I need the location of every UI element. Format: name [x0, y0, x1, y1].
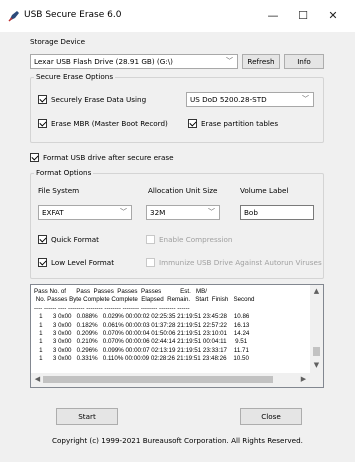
checkbox-checked-icon: [38, 119, 47, 128]
checkbox-checked-icon: [30, 153, 39, 162]
file-system-select[interactable]: EXFAT ﹀: [38, 205, 132, 220]
checkbox-unchecked-icon: [146, 258, 155, 267]
checkbox-unchecked-icon: [146, 235, 155, 244]
checkbox-checked-icon: [188, 119, 197, 128]
securely-erase-label: Securely Erase Data Using: [51, 95, 147, 104]
vertical-scroll-thumb[interactable]: [313, 347, 320, 356]
erase-method-value: US DoD 5200.28-STD: [190, 95, 267, 104]
copyright-text: Copyright (c) 1999-2021 Bureausoft Corpo…: [52, 436, 303, 445]
allocation-unit-size-value: 32M: [150, 208, 166, 217]
erase-method-select[interactable]: US DoD 5200.28-STD ﹀: [186, 92, 314, 107]
info-button[interactable]: Info: [284, 54, 324, 69]
immunize-checkbox[interactable]: Immunize USB Drive Against Autorun Virus…: [146, 257, 322, 268]
log-row: 1 3 0x00 0.296% 0.099% 00:00:07 02:13:19…: [34, 346, 249, 354]
erase-partition-tables-checkbox[interactable]: Erase partition tables: [188, 118, 278, 129]
horizontal-scrollbar[interactable]: ◀ ▶: [31, 373, 310, 387]
erase-mbr-label: Erase MBR (Master Boot Record): [51, 119, 168, 128]
close-window-button[interactable]: ✕: [318, 6, 348, 26]
scroll-right-icon[interactable]: ▶: [297, 375, 310, 383]
progress-log[interactable]: Pass No. of Pass Passes Passes Passes Es…: [30, 284, 324, 388]
log-content: Pass No. of Pass Passes Passes Passes Es…: [34, 288, 310, 370]
storage-device-label: Storage Device: [30, 37, 85, 46]
checkbox-checked-icon: [38, 95, 47, 104]
log-header-2: No. Passes Byte Complete Complete Elapse…: [34, 296, 255, 304]
enable-compression-checkbox[interactable]: Enable Compression: [146, 234, 232, 245]
securely-erase-checkbox[interactable]: Securely Erase Data Using: [38, 94, 146, 105]
low-level-format-label: Low Level Format: [51, 258, 115, 267]
storage-device-select[interactable]: Lexar USB Flash Drive (28.91 GB) (G:\) ﹀: [30, 54, 238, 69]
chevron-down-icon: ﹀: [120, 208, 127, 216]
window-title: USB Secure Erase 6.0: [24, 10, 122, 20]
horizontal-scroll-thumb[interactable]: [43, 376, 273, 383]
checkbox-checked-icon: [38, 235, 47, 244]
file-system-value: EXFAT: [42, 208, 64, 217]
log-row: 1 3 0x00 0.331% 0.110% 00:00:09 02:28:26…: [34, 355, 249, 363]
vertical-scrollbar[interactable]: ▲ ▼: [310, 285, 323, 373]
chevron-down-icon: ﹀: [302, 95, 309, 103]
minimize-button[interactable]: —: [258, 6, 288, 26]
secure-erase-options-group: [30, 77, 324, 143]
secure-erase-options-title: Secure Erase Options: [34, 72, 116, 81]
file-system-label: File System: [38, 186, 80, 195]
chevron-down-icon: ﹀: [226, 57, 233, 65]
scroll-down-icon[interactable]: ▼: [310, 361, 323, 369]
maximize-button[interactable]: ☐: [288, 6, 318, 26]
format-after-erase-checkbox[interactable]: Format USB drive after secure erase: [30, 152, 174, 163]
scroll-corner: [310, 373, 323, 387]
format-options-title: Format Options: [34, 168, 94, 177]
erase-mbr-checkbox[interactable]: Erase MBR (Master Boot Record): [38, 118, 168, 129]
start-button[interactable]: Start: [56, 408, 118, 425]
format-after-erase-label: Format USB drive after secure erase: [43, 153, 174, 162]
erase-partition-tables-label: Erase partition tables: [201, 119, 279, 128]
storage-device-value: Lexar USB Flash Drive (28.91 GB) (G:\): [34, 57, 173, 66]
low-level-format-checkbox[interactable]: Low Level Format: [38, 257, 114, 268]
close-button[interactable]: Close: [240, 408, 302, 425]
checkbox-checked-icon: [38, 258, 47, 267]
allocation-unit-size-select[interactable]: 32M ﹀: [146, 205, 220, 220]
chevron-down-icon: ﹀: [208, 208, 215, 216]
volume-label-input[interactable]: Bob: [240, 205, 314, 220]
log-row: 1 3 0x00 0.088% 0.029% 00:00:02 02:25:35…: [34, 313, 250, 321]
log-row: 1 3 0x00 0.209% 0.070% 00:00:04 01:50:06…: [34, 329, 250, 337]
enable-compression-label: Enable Compression: [159, 235, 233, 244]
log-header-1: Pass No. of Pass Passes Passes Passes Es…: [34, 288, 207, 295]
allocation-unit-size-label: Allocation Unit Size: [148, 186, 218, 195]
log-row: 1 3 0x00 0.182% 0.061% 00:00:03 01:37:28…: [34, 321, 250, 329]
log-separator: ---- ------ ---- -------- -------- -----…: [34, 304, 190, 312]
immunize-label: Immunize USB Drive Against Autorun Virus…: [159, 258, 322, 267]
quick-format-checkbox[interactable]: Quick Format: [38, 234, 99, 245]
quick-format-label: Quick Format: [51, 235, 99, 244]
scroll-up-icon[interactable]: ▲: [310, 287, 323, 295]
volume-label-label: Volume Label: [240, 186, 289, 195]
app-icon: [8, 11, 19, 22]
refresh-button[interactable]: Refresh: [242, 54, 280, 69]
log-row: 1 3 0x00 0.210% 0.070% 00:00:06 02:44:14…: [34, 338, 248, 346]
